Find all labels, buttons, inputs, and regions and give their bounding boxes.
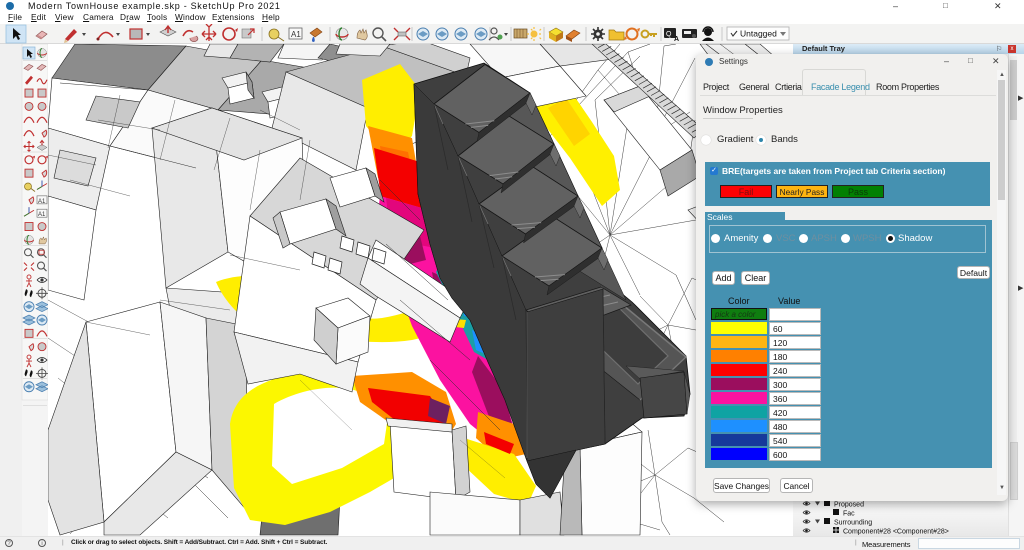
svg-text:Proposed: Proposed [834, 502, 864, 509]
svg-text:Untagged: Untagged [740, 29, 777, 39]
svg-text:A1: A1 [38, 212, 46, 218]
svg-text:Surrounding: Surrounding [834, 520, 872, 527]
svg-text:Q: Q [666, 31, 672, 38]
svg-text:A: A [674, 36, 679, 43]
svg-text:A1: A1 [38, 199, 46, 205]
svg-text:Component#28 <Component#28>: Component#28 <Component#28> [843, 529, 949, 536]
svg-text:A1: A1 [291, 30, 301, 39]
svg-text:Fac: Fac [843, 511, 855, 518]
